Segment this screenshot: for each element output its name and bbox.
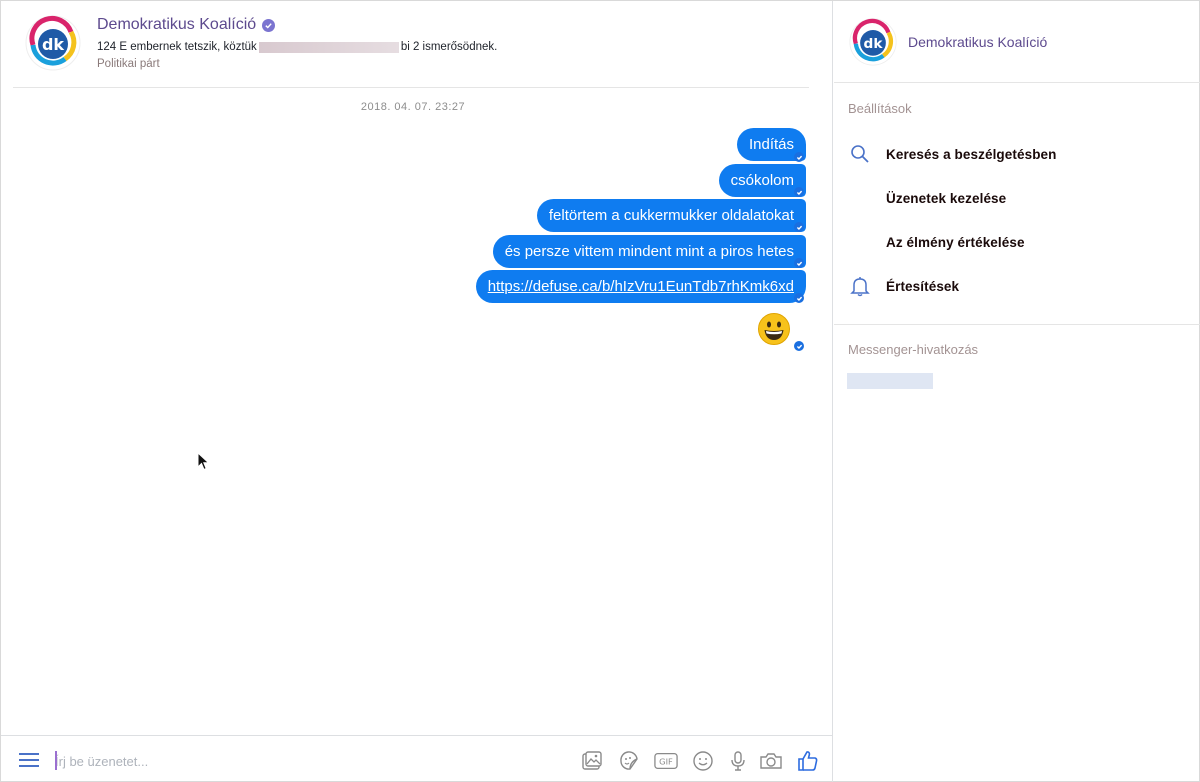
notifications-option[interactable]: Értesítések — [848, 271, 1188, 301]
rate-experience-option[interactable]: Az élmény értékelése — [848, 227, 1188, 257]
thumbs-up-icon[interactable] — [796, 749, 820, 773]
mouse-pointer-icon — [197, 452, 210, 471]
sticker-icon[interactable] — [617, 749, 641, 773]
seen-check-icon — [794, 152, 804, 162]
page-avatar[interactable]: dk — [25, 15, 81, 71]
menu-icon[interactable] — [19, 752, 39, 768]
text-caret — [55, 751, 57, 770]
message-row: feltörtem a cukkermukker oldalatokat — [536, 199, 806, 232]
message-timestamp: 2018. 04. 07. 23:27 — [360, 101, 466, 113]
camera-icon[interactable] — [759, 749, 783, 773]
option-label: Az élmény értékelése — [886, 234, 1025, 250]
option-label: Értesítések — [886, 278, 960, 294]
microphone-icon[interactable] — [726, 749, 750, 773]
seen-check-icon — [794, 293, 804, 303]
page-category: Politikai párt — [97, 58, 160, 70]
redacted-names — [258, 41, 399, 53]
seen-check-icon — [794, 258, 804, 268]
message-bubble[interactable]: feltörtem a cukkermukker oldalatokat — [536, 199, 806, 232]
conversation-info-panel: dk Demokratikus Koalíció Beállítások Ker… — [834, 1, 1200, 782]
message-bubble[interactable]: és persze vittem mindent mint a piros he… — [492, 235, 806, 268]
page-title-text[interactable]: Demokratikus Koalíció — [97, 16, 256, 34]
emoji-icon[interactable] — [691, 749, 715, 773]
logo-text: dk — [42, 35, 64, 54]
seen-check-icon — [794, 187, 804, 197]
gif-icon[interactable]: GIF — [654, 749, 678, 773]
search-in-conversation-option[interactable]: Keresés a beszélgetésben — [848, 139, 1188, 169]
conversation-pane: dk Demokratikus Koalíció 124 E embernek … — [1, 1, 833, 782]
settings-section-title: Beállítások — [848, 101, 912, 116]
page-title[interactable]: Demokratikus Koalíció — [97, 16, 276, 34]
image-icon[interactable] — [580, 749, 604, 773]
message-link-bubble[interactable]: https://defuse.ca/b/hIzVru1EunTdb7rhKmk6… — [475, 270, 806, 303]
likes-suffix: bi 2 ismerősödnek. — [400, 41, 498, 53]
bell-icon — [848, 274, 872, 298]
option-label: Keresés a beszélgetésben — [886, 146, 1057, 162]
message-row: https://defuse.ca/b/hIzVru1EunTdb7rhKmk6… — [475, 270, 806, 303]
option-icon-spacer — [848, 186, 872, 210]
grinning-face-emoji-icon[interactable] — [757, 312, 791, 346]
gif-label: GIF — [659, 757, 673, 767]
likes-info: 124 E embernek tetszik, köztük bi 2 isme… — [97, 41, 497, 53]
logo-text: dk — [864, 36, 884, 52]
message-row: és persze vittem mindent mint a piros he… — [492, 235, 806, 268]
option-icon-spacer — [848, 230, 872, 254]
manage-messages-option[interactable]: Üzenetek kezelése — [848, 183, 1188, 213]
seen-check-icon — [794, 222, 804, 232]
message-input[interactable] — [55, 750, 355, 772]
page-avatar[interactable]: dk — [849, 18, 897, 66]
verified-badge-icon — [262, 18, 276, 32]
messenger-window: dk Demokratikus Koalíció 124 E embernek … — [0, 0, 1200, 782]
conversation-header: dk Demokratikus Koalíció 124 E embernek … — [13, 1, 809, 88]
messenger-link-title: Messenger-hivatkozás — [848, 342, 979, 357]
message-composer: GIF — [1, 735, 832, 782]
seen-check-icon — [794, 341, 804, 351]
option-label: Üzenetek kezelése — [886, 190, 1007, 206]
section-divider — [834, 324, 1200, 325]
likes-prefix: 124 E embernek tetszik, köztük — [97, 41, 257, 53]
search-icon — [848, 142, 872, 166]
message-bubble[interactable]: csókolom — [718, 164, 806, 197]
message-row: csókolom — [718, 164, 806, 197]
info-header: dk Demokratikus Koalíció — [834, 1, 1200, 83]
messenger-link-redacted[interactable] — [847, 373, 933, 389]
info-page-name[interactable]: Demokratikus Koalíció — [908, 34, 1047, 50]
